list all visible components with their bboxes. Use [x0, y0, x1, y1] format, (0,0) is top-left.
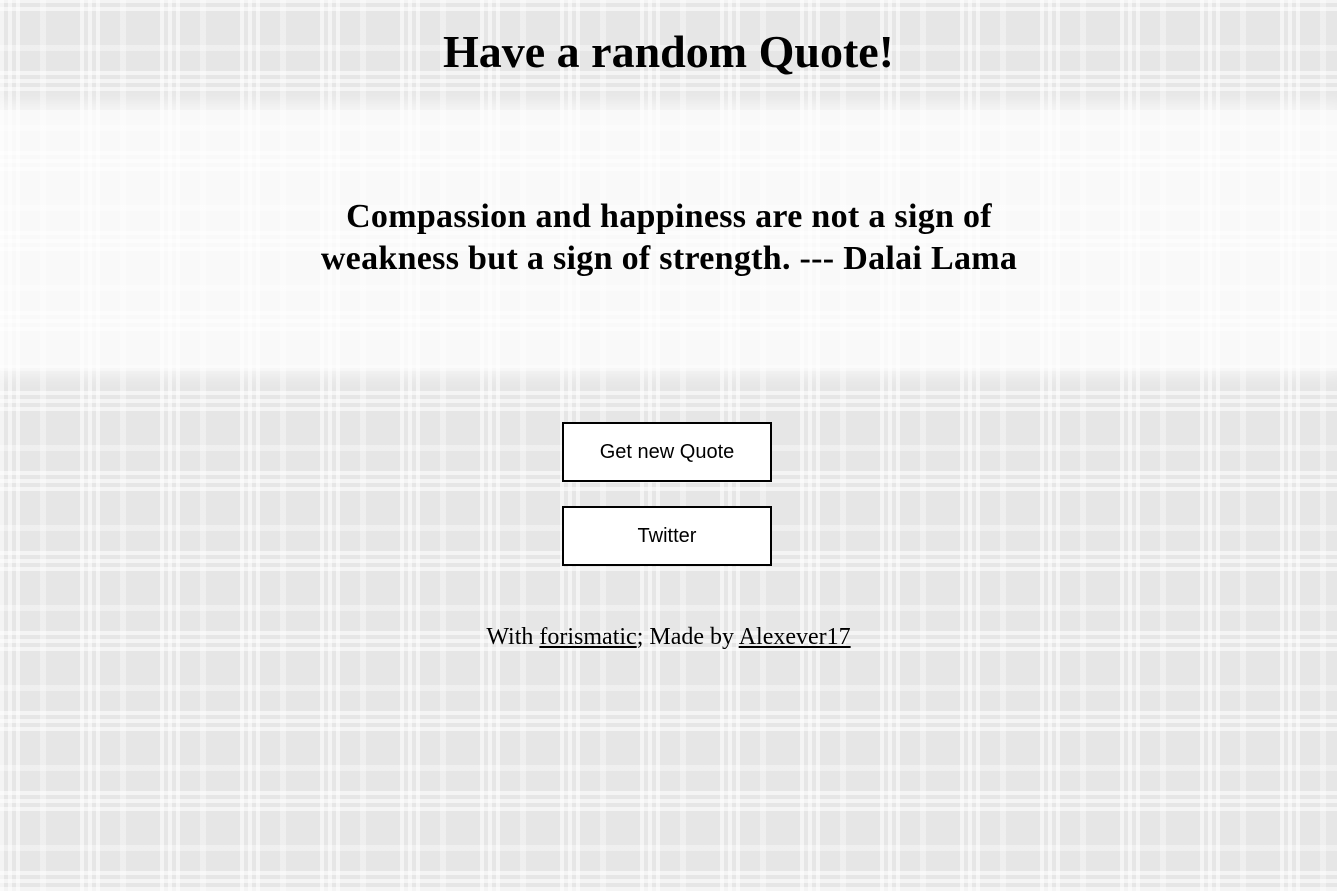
footer-prefix: With — [486, 624, 540, 650]
forismatic-link[interactable]: forismatic — [539, 624, 636, 650]
get-new-quote-button[interactable]: Get new Quote — [562, 422, 772, 482]
footer-middle: ; Made by — [636, 624, 739, 650]
footer: With forismatic; Made by Alexever17 — [0, 622, 1337, 652]
quote-text: Compassion and happiness are not a sign … — [320, 198, 1018, 277]
page-title: Have a random Quote! — [442, 26, 894, 77]
author-link[interactable]: Alexever17 — [739, 624, 851, 650]
twitter-button[interactable]: Twitter — [562, 506, 772, 566]
